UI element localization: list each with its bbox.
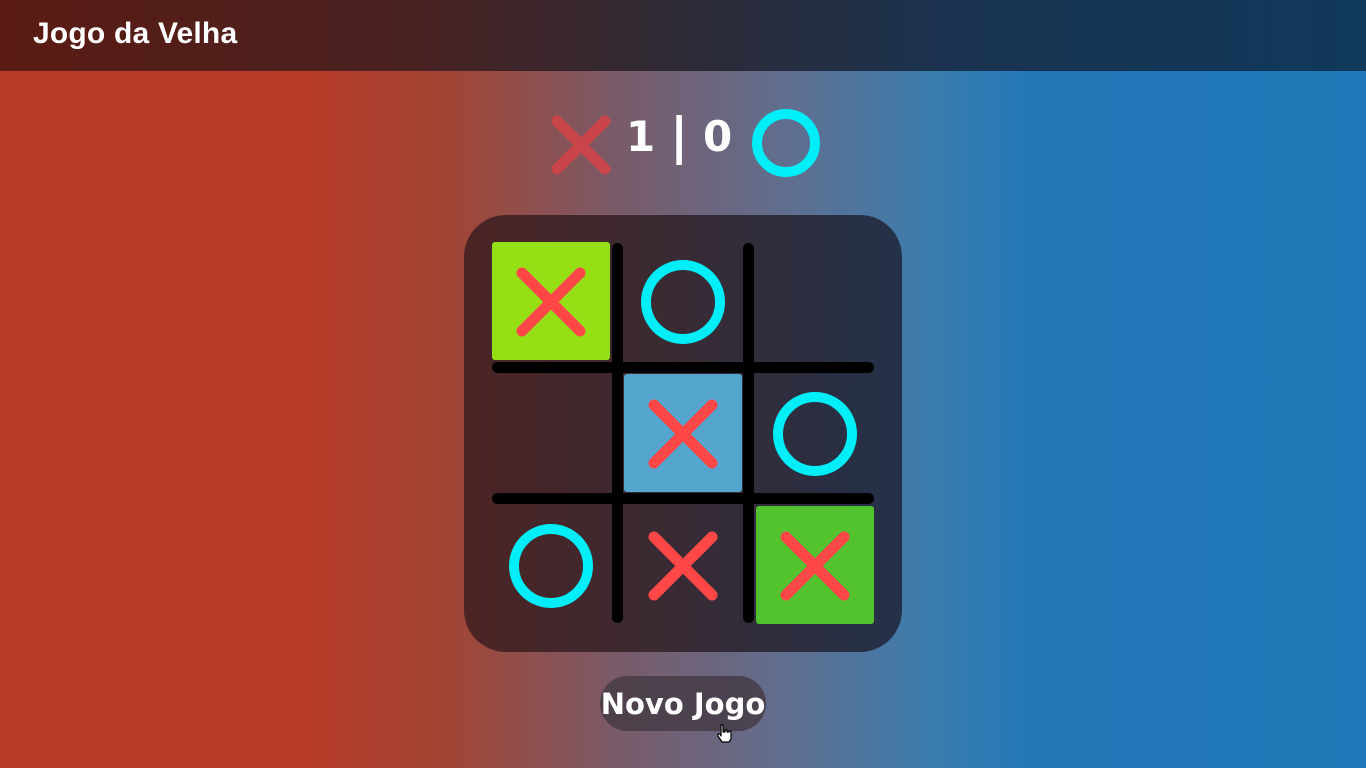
grid-line bbox=[743, 243, 754, 623]
x-mark-icon bbox=[516, 267, 586, 337]
board-cell-r3c2[interactable] bbox=[624, 506, 742, 624]
score-x: 1 bbox=[626, 112, 656, 161]
x-mark-icon bbox=[780, 531, 850, 601]
o-ring-icon bbox=[773, 392, 857, 476]
x-mark-icon bbox=[648, 399, 718, 469]
o-ring-icon bbox=[752, 109, 820, 177]
board-cell-r1c2[interactable] bbox=[624, 242, 742, 360]
board-cell-r2c2[interactable] bbox=[624, 374, 742, 492]
game-board bbox=[464, 215, 902, 652]
board-cell-r3c1[interactable] bbox=[492, 506, 610, 624]
board-cell-r2c1[interactable] bbox=[492, 374, 610, 492]
grid-line bbox=[492, 362, 874, 373]
o-ring-icon bbox=[641, 260, 725, 344]
board-cell-r1c3[interactable] bbox=[756, 242, 874, 360]
grid-line bbox=[492, 493, 874, 504]
score-o: 0 bbox=[703, 112, 733, 161]
board-cell-r3c3[interactable] bbox=[756, 506, 874, 624]
board-cell-r1c1[interactable] bbox=[492, 242, 610, 360]
x-mark-icon bbox=[551, 115, 611, 175]
score-separator: | bbox=[670, 107, 689, 165]
board-cell-r2c3[interactable] bbox=[756, 374, 874, 492]
o-ring-icon bbox=[509, 524, 593, 608]
hand-cursor-icon bbox=[717, 724, 732, 743]
x-mark-icon bbox=[648, 531, 718, 601]
grid-line bbox=[612, 243, 623, 623]
app-title: Jogo da Velha bbox=[33, 17, 238, 50]
new-game-button[interactable]: Novo Jogo bbox=[600, 676, 766, 731]
top-bar: Jogo da Velha bbox=[0, 0, 1366, 71]
